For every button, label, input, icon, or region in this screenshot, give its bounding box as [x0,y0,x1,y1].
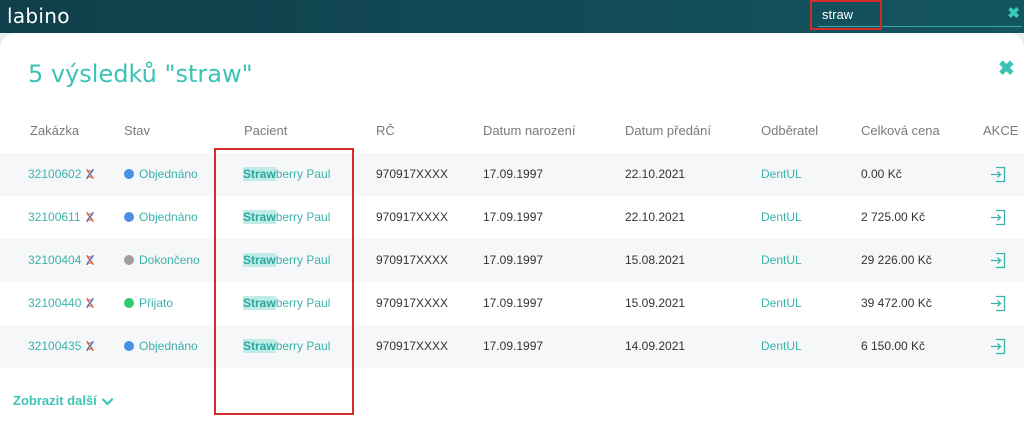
handover-date-cell: 14.09.2021 [625,339,686,353]
status-dot [124,255,134,265]
column-header-order[interactable]: Zakázka [30,123,79,138]
status-dot [124,169,134,179]
status-cell: Objednáno [124,325,198,368]
column-header-handover-date[interactable]: Datum předání [625,123,711,138]
column-header-customer[interactable]: Odběratel [761,123,818,138]
dna-icon [86,340,95,352]
handover-date-cell: 15.08.2021 [625,253,686,267]
dna-icon [86,254,95,266]
sign-in-icon[interactable] [990,295,1007,312]
show-more-label: Zobrazit další [13,393,97,408]
dna-icon [85,211,94,223]
status-label: Objednáno [139,339,198,353]
table-row[interactable]: 32100404 Dokončeno Strawberry Paul 97091… [0,239,1024,282]
column-header-total-price[interactable]: Celková cena [861,123,940,138]
action-cell [990,153,1007,196]
table-row[interactable]: 32100435 Objednáno Strawberry Paul 97091… [0,325,1024,368]
status-label: Přijato [139,296,174,310]
total-price-cell: 2 725.00 Kč [861,210,926,224]
action-cell [990,239,1007,282]
sign-in-icon[interactable] [990,209,1007,226]
status-label: Objednáno [139,167,198,181]
table-row[interactable]: 32100440 Přijato Strawberry Paul 970917X… [0,282,1024,325]
dna-icon [86,168,95,180]
status-dot [124,298,134,308]
action-cell [990,196,1007,239]
sign-in-icon[interactable] [990,338,1007,355]
rc-cell: 970917XXXX [376,296,449,310]
birth-date-cell: 17.09.1997 [483,210,544,224]
total-price-cell: 0.00 Kč [861,167,902,181]
order-cell: 32100440 [28,282,95,325]
customer-link[interactable]: DentUL [761,282,802,325]
rc-cell: 970917XXXX [376,210,449,224]
handover-date-cell: 15.09.2021 [625,296,686,310]
status-cell: Objednáno [124,196,198,239]
table-row[interactable]: 32100602 Objednáno Strawberry Paul 97091… [0,153,1024,196]
column-header-actions: AKCE [983,123,1019,138]
status-dot [124,212,134,222]
sign-in-icon[interactable] [990,166,1007,183]
order-cell: 32100602 [28,153,95,196]
chevron-down-icon [102,397,114,406]
customer-link[interactable]: DentUL [761,325,802,368]
birth-date-cell: 17.09.1997 [483,296,544,310]
total-price-cell: 39 472.00 Kč [861,296,932,310]
rc-cell: 970917XXXX [376,339,449,353]
close-icon[interactable]: ✖ [998,56,1015,81]
order-link[interactable]: 32100404 [28,253,81,267]
birth-date-cell: 17.09.1997 [483,339,544,353]
customer-link[interactable]: DentUL [761,239,802,282]
search-results-panel: 5 výsledků "straw" ✖ Zakázka Stav Pacien… [0,33,1024,428]
status-cell: Přijato [124,282,173,325]
patient-column-highlight-frame [214,148,354,415]
status-dot [124,341,134,351]
birth-date-cell: 17.09.1997 [483,167,544,181]
order-link[interactable]: 32100435 [28,339,81,353]
action-cell [990,325,1007,368]
table-row[interactable]: 32100611 Objednáno Strawberry Paul 97091… [0,196,1024,239]
order-link[interactable]: 32100440 [28,296,81,310]
status-cell: Objednáno [124,153,198,196]
show-more-button[interactable]: Zobrazit další [13,393,114,408]
customer-link[interactable]: DentUL [761,153,802,196]
status-label: Objednáno [139,210,198,224]
column-header-birth-date[interactable]: Datum narození [483,123,576,138]
rc-cell: 970917XXXX [376,253,449,267]
status-cell: Dokončeno [124,239,200,282]
handover-date-cell: 22.10.2021 [625,210,686,224]
search-highlight-frame [810,0,882,30]
status-label: Dokončeno [139,253,200,267]
clear-search-icon[interactable]: ✖ [1007,4,1020,22]
column-header-status[interactable]: Stav [124,123,150,138]
customer-link[interactable]: DentUL [761,196,802,239]
column-header-rc[interactable]: RČ [376,123,395,138]
order-link[interactable]: 32100611 [28,210,81,224]
sign-in-icon[interactable] [990,252,1007,269]
app-logo[interactable]: labino [7,4,70,28]
total-price-cell: 29 226.00 Kč [861,253,932,267]
total-price-cell: 6 150.00 Kč [861,339,926,353]
top-bar: labino ✖ [0,0,1024,33]
action-cell [990,282,1007,325]
order-link[interactable]: 32100602 [28,167,81,181]
birth-date-cell: 17.09.1997 [483,253,544,267]
page-title: 5 výsledků "straw" [28,60,253,88]
order-cell: 32100611 [28,196,95,239]
column-header-patient[interactable]: Pacient [244,123,287,138]
order-cell: 32100435 [28,325,95,368]
dna-icon [86,297,95,309]
order-cell: 32100404 [28,239,95,282]
handover-date-cell: 22.10.2021 [625,167,686,181]
rc-cell: 970917XXXX [376,167,449,181]
